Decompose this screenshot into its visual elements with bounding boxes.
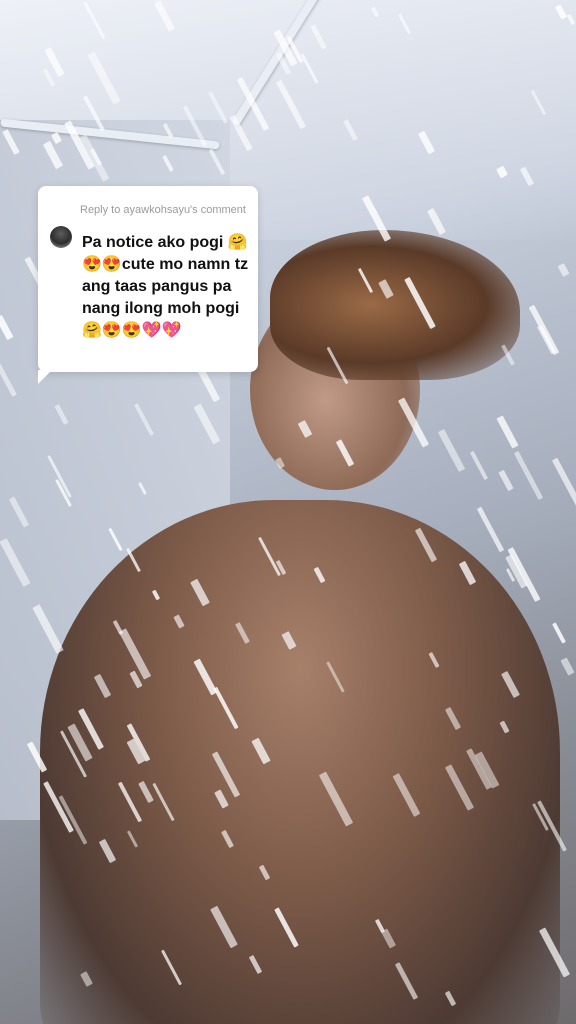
- rain-streak: [513, 450, 544, 501]
- video-background[interactable]: [0, 0, 576, 1024]
- rain-streak: [560, 657, 575, 676]
- card-tail: [38, 370, 52, 384]
- rain-streak: [551, 457, 576, 508]
- reply-comment-card[interactable]: Reply to ayawkohsayu's comment Pa notice…: [38, 186, 258, 372]
- rain-streak: [476, 506, 505, 553]
- person-hair: [270, 230, 520, 380]
- rain-streak: [437, 428, 466, 473]
- comment-text: Pa notice ako pogi 🤗😍😍cute mo namn tz an…: [82, 234, 249, 339]
- rain-streak: [557, 263, 570, 277]
- rain-streak: [496, 415, 519, 449]
- user-avatar-icon[interactable]: [50, 226, 72, 248]
- reply-header: Reply to ayawkohsayu's comment: [80, 204, 246, 216]
- rain-streak: [469, 450, 489, 481]
- rain-streak: [552, 622, 566, 644]
- rain-streak: [498, 469, 514, 492]
- rain-streak: [528, 304, 560, 356]
